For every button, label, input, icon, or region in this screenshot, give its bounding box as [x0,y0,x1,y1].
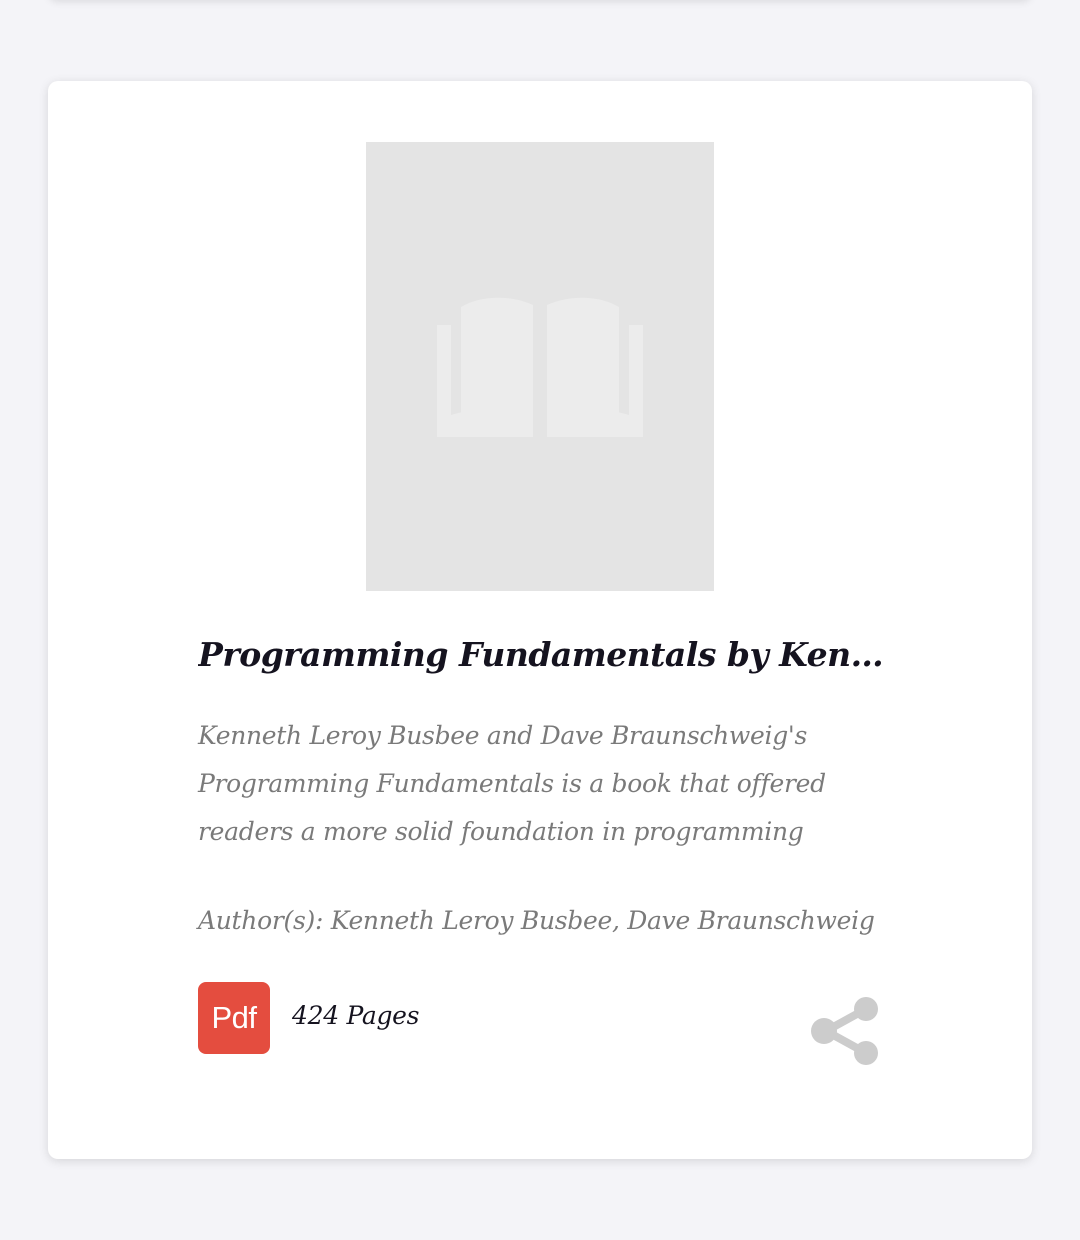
authors-label: Author(s): [198,906,324,935]
share-icon[interactable] [808,995,884,1067]
book-title[interactable]: Programming Fundamentals by Kenneth... [198,635,898,675]
book-description: Kenneth Leroy Busbee and Dave Braunschwe… [198,721,826,846]
authors-names: Kenneth Leroy Busbee, Dave Braunschweig [330,906,875,935]
book-cover-placeholder[interactable] [366,142,714,591]
open-book-icon [437,297,643,437]
page-count: 424 Pages [292,1001,420,1030]
book-card[interactable]: Programming Fundamentals by Kenneth... K… [48,81,1032,1159]
book-authors: Author(s): Kenneth Leroy Busbee, Dave Br… [198,901,898,941]
pdf-format-badge[interactable]: Pdf [198,982,270,1054]
